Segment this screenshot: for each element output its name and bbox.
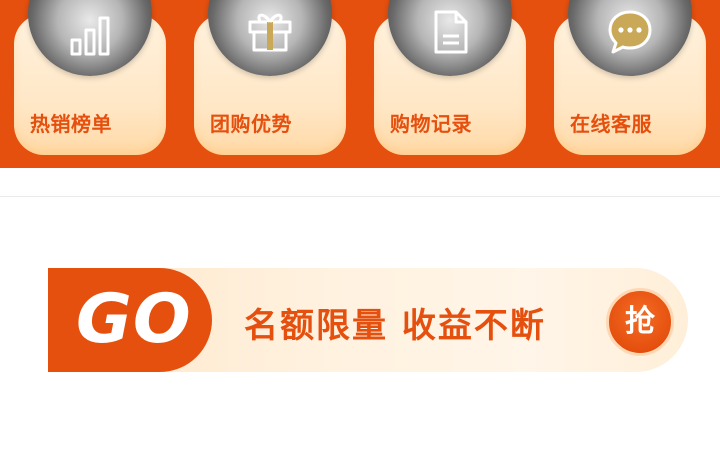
go-badge: GO [48, 268, 212, 372]
entry-icon-circle [28, 0, 152, 76]
gift-icon [248, 13, 292, 52]
entry-icon-circle [388, 0, 512, 76]
entry-hot-ranking[interactable]: 热销榜单 [14, 0, 166, 155]
bar-chart-icon [70, 16, 110, 56]
chat-icon [608, 10, 652, 54]
section-divider [0, 196, 720, 197]
document-icon [434, 10, 468, 54]
entry-group-buy-advantage[interactable]: 团购优势 [194, 0, 346, 155]
entry-icon-circle [568, 0, 692, 76]
go-badge-text: GO [76, 280, 192, 359]
banner-slogan: 名额限量 收益不断 [244, 306, 546, 346]
entry-label: 热销榜单 [30, 112, 112, 136]
entry-icon-circle [208, 0, 332, 76]
grab-button[interactable]: 抢 [606, 288, 674, 356]
entry-label: 团购优势 [210, 112, 292, 136]
entry-purchase-history[interactable]: 购物记录 [374, 0, 526, 155]
entry-label: 购物记录 [390, 112, 472, 136]
feature-entry-band: 热销榜单 团购优势 购物记录 在线客服 [0, 0, 720, 168]
promo-banner[interactable]: GO 名额限量 收益不断 抢 [48, 268, 688, 372]
entry-label: 在线客服 [570, 112, 652, 136]
page: 热销榜单 团购优势 购物记录 在线客服 GO 名额限量 收益不断 抢 [0, 0, 720, 450]
entry-online-support[interactable]: 在线客服 [554, 0, 706, 155]
